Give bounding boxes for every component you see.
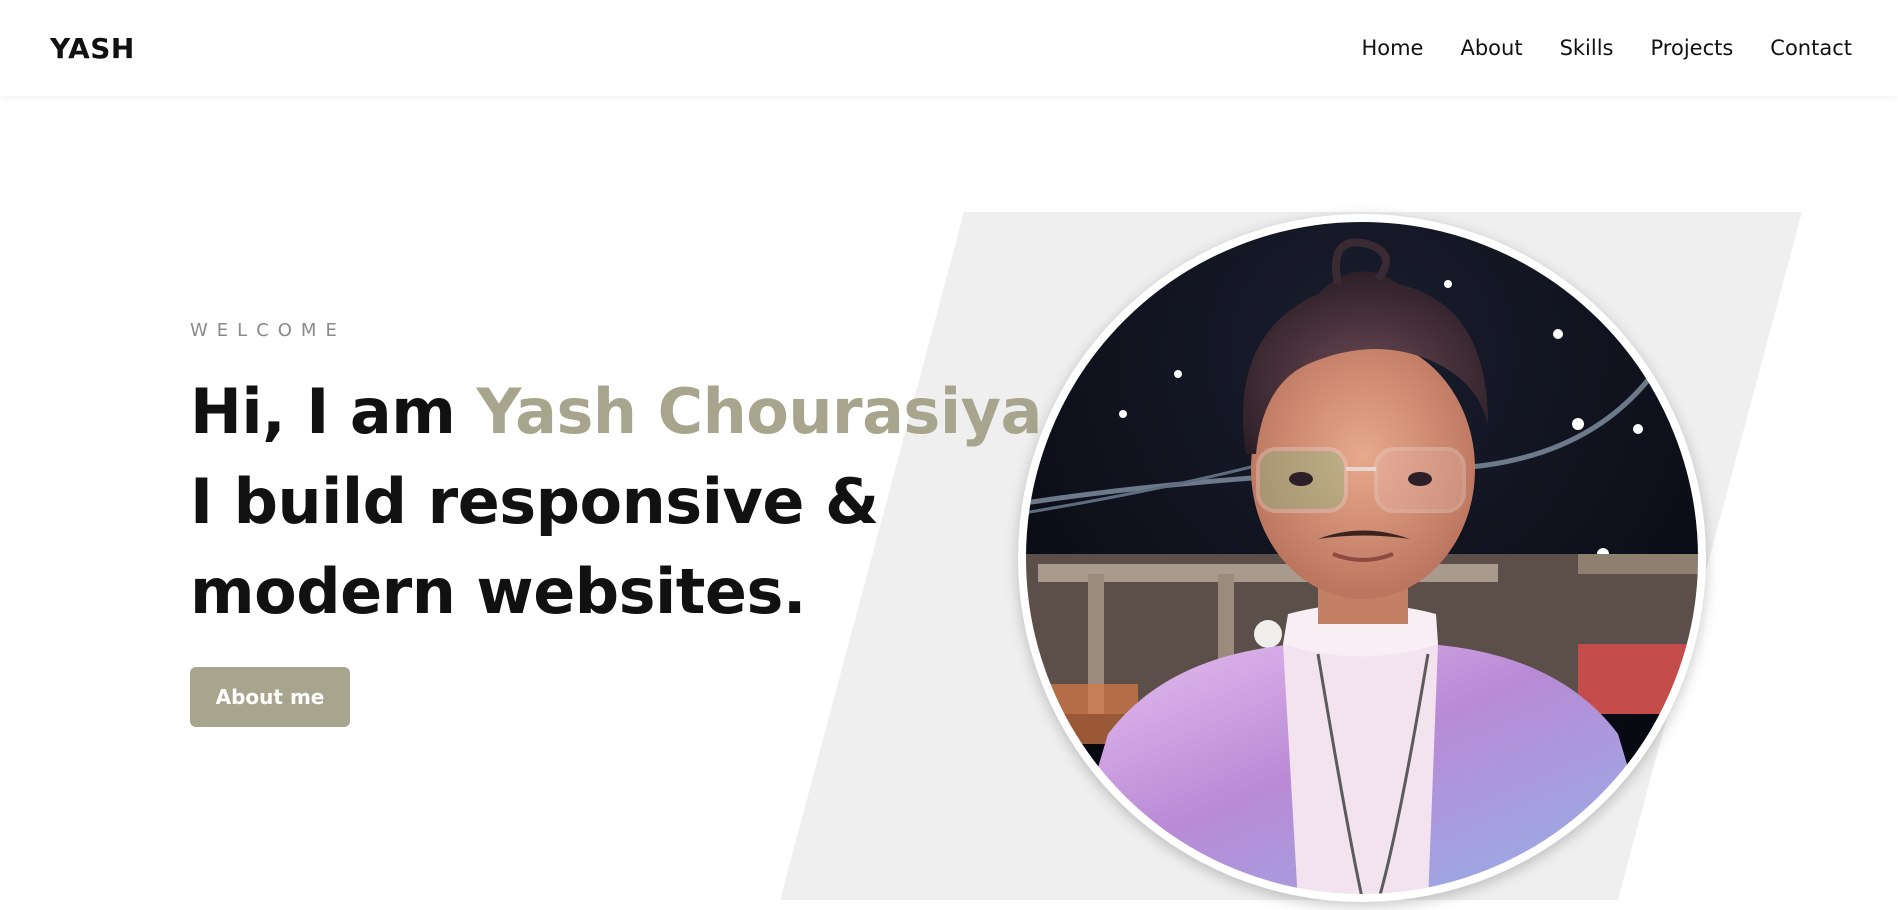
nav-link-projects[interactable]: Projects (1651, 36, 1734, 60)
about-me-button[interactable]: About me (190, 667, 350, 727)
nav-link-home[interactable]: Home (1361, 36, 1423, 60)
portrait-image (1020, 216, 1704, 900)
navbar: YASH Home About Skills Projects Contact (0, 0, 1898, 96)
headline-line-1: Hi, I am Yash Chourasiya (190, 367, 1042, 457)
nav-link-about[interactable]: About (1460, 36, 1522, 60)
welcome-eyebrow: WELCOME (190, 320, 346, 341)
nav-links: Home About Skills Projects Contact (1361, 36, 1852, 60)
headline-line-3: modern websites. (190, 555, 806, 628)
hero-text: WELCOME Hi, I am Yash Chourasiya I build… (190, 320, 1042, 727)
hero-name: Yash Chourasiya (476, 375, 1042, 448)
profile-photo (1018, 214, 1706, 902)
nav-link-contact[interactable]: Contact (1770, 36, 1852, 60)
headline-line-2: I build responsive & (190, 465, 879, 538)
hero-headline: Hi, I am Yash Chourasiya I build respons… (190, 367, 1042, 637)
nav-link-skills[interactable]: Skills (1560, 36, 1614, 60)
greeting-text: Hi, I am (190, 375, 477, 448)
site-logo[interactable]: YASH (50, 32, 135, 65)
